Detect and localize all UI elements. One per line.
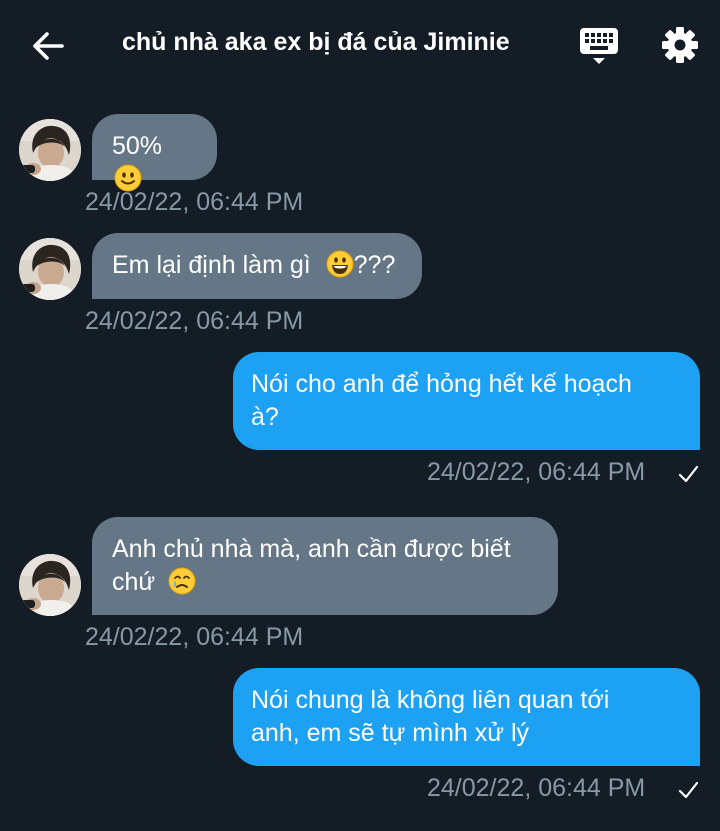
keyboard-icon [580, 28, 618, 64]
conversation-title: chủ nhà aka ex bị đá của Jiminie [122, 28, 510, 56]
message-text-line: chứ [112, 568, 156, 596]
message-timestamp: 24/02/22, 06:44 PM [427, 458, 646, 486]
message-text: Em lại định làm gì [112, 251, 311, 279]
message-bubble-outgoing[interactable]: Nói chung là không liên quan tới anh, em… [233, 668, 700, 766]
avatar[interactable] [19, 554, 81, 616]
message-text-line: Anh chủ nhà mà, anh cần được biết [112, 535, 511, 563]
arrow-left-icon [33, 32, 64, 60]
sent-check-icon [677, 463, 699, 485]
message-text: 50% [112, 132, 163, 160]
message-text-suffix: ??? [353, 251, 396, 279]
message-bubble-incoming[interactable]: 50% [92, 114, 217, 192]
crying-face-icon [168, 567, 196, 595]
message-bubble-incoming[interactable]: Anh chủ nhà mà, anh cần được biết chứ [92, 517, 558, 615]
keyboard-button[interactable] [578, 24, 620, 68]
message-text-line: à? [251, 403, 279, 431]
chat-header: chủ nhà aka ex bị đá của Jiminie [0, 0, 720, 90]
message-timestamp: 24/02/22, 06:44 PM [427, 774, 646, 802]
avatar[interactable] [19, 238, 81, 300]
message-text-line: Nói chung là không liên quan tới [251, 686, 610, 714]
sent-check-icon [677, 779, 699, 801]
message-bubble-outgoing[interactable]: Nói cho anh để hỏng hết kế hoạch à? [233, 352, 700, 450]
gear-icon [662, 27, 698, 63]
message-timestamp: 24/02/22, 06:44 PM [85, 307, 304, 335]
avatar[interactable] [19, 119, 81, 181]
message-timestamp: 24/02/22, 06:44 PM [85, 623, 304, 651]
back-button[interactable] [28, 26, 68, 66]
message-bubble-incoming[interactable]: Em lại định làm gì ??? [92, 233, 422, 299]
message-text-line: anh, em sẽ tự mình xử lý [251, 719, 530, 747]
message-timestamp: 24/02/22, 06:44 PM [85, 188, 304, 216]
settings-button[interactable] [660, 24, 700, 66]
grinning-face-icon [326, 250, 354, 278]
message-text-line: Nói cho anh để hỏng hết kế hoạch [251, 370, 632, 398]
